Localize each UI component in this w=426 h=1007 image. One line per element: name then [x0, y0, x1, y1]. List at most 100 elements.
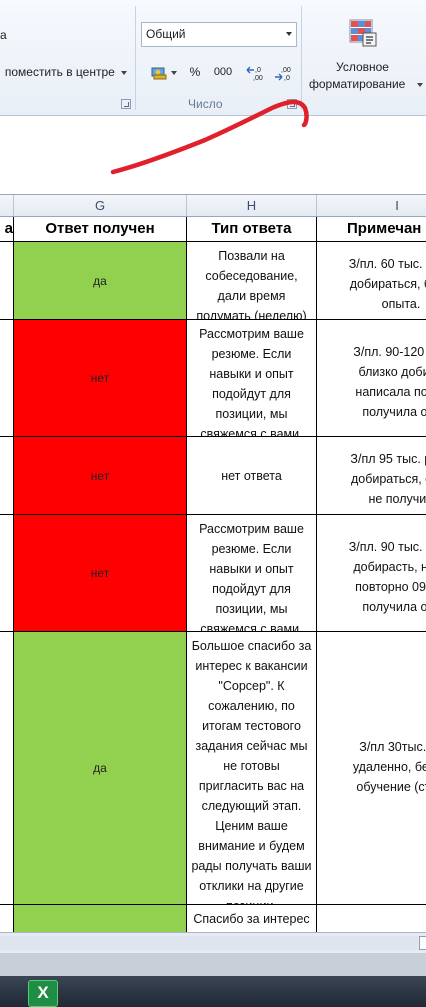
- scrollbar-thumb[interactable]: [419, 936, 426, 950]
- cell-f[interactable]: [0, 320, 14, 437]
- cell-answer-type[interactable]: Спасибо за интерес: [187, 905, 317, 932]
- chevron-down-icon: [170, 70, 177, 75]
- cell-f[interactable]: [0, 242, 14, 320]
- conditional-formatting-button[interactable]: Условное форматирование: [305, 14, 426, 96]
- column-header-f[interactable]: [0, 195, 14, 216]
- svg-text:,00: ,00: [281, 67, 291, 74]
- column-header-g[interactable]: G: [14, 195, 187, 216]
- conditional-formatting-label-2: форматирование: [309, 77, 406, 91]
- notes-line: удаленно, беспл: [352, 760, 426, 774]
- answer-type-line: резюме. Если: [211, 347, 292, 361]
- answer-value: да: [93, 761, 107, 775]
- notes-line: обучение (стаж: [356, 780, 426, 794]
- cell-answer-received[interactable]: нет: [14, 320, 187, 437]
- answer-type-line: задания сейчас мы: [195, 739, 308, 753]
- answer-type-line: навыки и опыт: [209, 562, 294, 576]
- cell-answer-received[interactable]: да: [14, 632, 187, 905]
- notes-line: повторно 09.04.: [355, 580, 426, 594]
- cell-notes[interactable]: З/пл 30тыс. ру удаленно, беспл обучение (с…: [317, 632, 426, 905]
- alignment-dialog-launcher[interactable]: [121, 99, 131, 109]
- number-dialog-launcher[interactable]: [287, 99, 297, 109]
- notes-line: З/пл 95 тыс. руб.,: [350, 452, 426, 466]
- cell-f[interactable]: [0, 437, 14, 515]
- excel-icon: X: [37, 983, 49, 1002]
- column-headers: G H I: [0, 195, 426, 217]
- alignment-group-stub: а: [0, 28, 7, 42]
- column-header-h[interactable]: H: [187, 195, 317, 216]
- answer-type-line: собеседование,: [205, 269, 298, 283]
- table-row: нет нет ответа З/пл 95 тыс. руб., добиратьс…: [0, 437, 426, 515]
- status-bar: [0, 953, 426, 976]
- cell-answer-received[interactable]: нет: [14, 437, 187, 515]
- answer-type-line: Рассмотрим ваше: [199, 327, 304, 341]
- group-separator: [301, 6, 302, 110]
- thousands-separator-button[interactable]: 000: [212, 60, 234, 84]
- header-answer-received[interactable]: Ответ получен: [14, 217, 187, 242]
- answer-value: да: [93, 273, 107, 288]
- number-format-dropdown[interactable]: Общий: [141, 22, 297, 47]
- cell-answer-type[interactable]: Рассмотрим ваше резюме. Если навыки и опыт…: [187, 320, 317, 437]
- answer-type-line: подойдут для: [212, 582, 291, 596]
- cell-answer-received[interactable]: да: [14, 242, 187, 320]
- answer-type-line: Большое спасибо за: [191, 639, 312, 653]
- answer-type-line: Ценим ваше: [215, 819, 288, 833]
- cell-f[interactable]: [0, 632, 14, 905]
- group-separator: [135, 6, 136, 110]
- notes-line: получила отп: [362, 600, 426, 614]
- cell-answer-received[interactable]: нет: [14, 515, 187, 632]
- currency-format-button[interactable]: [147, 60, 181, 84]
- horizontal-scrollbar[interactable]: [0, 932, 426, 953]
- spreadsheet-grid: а Ответ получен Тип ответа Примечан да По…: [0, 217, 426, 932]
- cell-answer-type[interactable]: Позвали на собеседование, дали время подума…: [187, 242, 317, 320]
- table-header-row: а Ответ получен Тип ответа Примечан: [0, 217, 426, 242]
- decrease-decimal-button[interactable]: ,00 ,0: [272, 60, 296, 84]
- notes-line: З/пл 30тыс. ру: [359, 740, 426, 754]
- answer-type-line: интерес к вакансии: [195, 659, 308, 673]
- cell-answer-type[interactable]: Большое спасибо за интерес к вакансии "Сор…: [187, 632, 317, 905]
- merge-center-button[interactable]: поместить в центре: [0, 60, 132, 84]
- notes-line: З/пл. 90 тыс. руб.,: [348, 540, 426, 554]
- header-answer-type[interactable]: Тип ответа: [187, 217, 317, 242]
- answer-type-line: рады получать ваши: [191, 859, 312, 873]
- cell-notes[interactable]: [317, 905, 426, 932]
- table-row: да Большое спасибо за интерес к вакансии "С…: [0, 632, 426, 905]
- header-notes[interactable]: Примечан: [317, 217, 426, 242]
- answer-type-line: "Сорсер". К: [218, 679, 285, 693]
- increase-decimal-button[interactable]: ,0 ,00: [244, 60, 268, 84]
- cell-notes[interactable]: З/пл 95 тыс. руб., добираться, отве не пол…: [317, 437, 426, 515]
- cell-f[interactable]: [0, 515, 14, 632]
- notes-line: добирасть, напи: [353, 560, 426, 574]
- scrollbar-track[interactable]: [0, 936, 418, 950]
- table-row: нет Рассмотрим ваше резюме. Если навыки и о…: [0, 320, 426, 437]
- svg-text:,00: ,00: [253, 75, 263, 81]
- answer-type-line: подумать (неделю): [196, 309, 307, 320]
- cell-answer-type[interactable]: нет ответа: [187, 437, 317, 515]
- excel-taskbar-button[interactable]: X: [28, 980, 58, 1007]
- cell-notes[interactable]: З/пл. 60 тыс. руб., добираться, брал опыта…: [317, 242, 426, 320]
- answer-type-line: следующий этап.: [201, 799, 302, 813]
- answer-type-line: подойдут для: [212, 387, 291, 401]
- notes-line: З/пл. 90-120 тыс: [353, 345, 426, 359]
- table-row: да Позвали на собеседование, дали время поду…: [0, 242, 426, 320]
- cell-answer-type[interactable]: Рассмотрим ваше резюме. Если навыки и опыт…: [187, 515, 317, 632]
- cell-notes[interactable]: З/пл. 90 тыс. руб., добирасть, напи повтор…: [317, 515, 426, 632]
- header-cell-f[interactable]: а: [0, 217, 14, 242]
- cell-f[interactable]: [0, 905, 14, 932]
- answer-type-line: внимание и будем: [198, 839, 305, 853]
- answer-type-line: свяжемся с вами.: [200, 622, 303, 632]
- number-group-label: Число: [188, 97, 223, 111]
- column-header-i[interactable]: I: [317, 195, 426, 216]
- answer-type-line: дали время: [217, 289, 286, 303]
- cell-answer-received[interactable]: [14, 905, 187, 932]
- ribbon: а поместить в центре Общий % 000 ,0 ,00 …: [0, 0, 426, 116]
- formula-bar-area[interactable]: [0, 116, 426, 195]
- cell-notes[interactable]: З/пл. 90-120 тыс близко добира написала по…: [317, 320, 426, 437]
- conditional-formatting-icon: [349, 19, 377, 47]
- notes-line: получила отп: [362, 405, 426, 419]
- merge-center-label: поместить в центре: [4, 65, 115, 79]
- percent-button[interactable]: %: [186, 60, 204, 84]
- answer-type-line: позиции, мы: [215, 602, 288, 616]
- conditional-formatting-label-1: Условное: [336, 60, 389, 74]
- answer-type-line: Позвали на: [218, 249, 285, 263]
- notes-line: добираться, отве: [350, 472, 426, 486]
